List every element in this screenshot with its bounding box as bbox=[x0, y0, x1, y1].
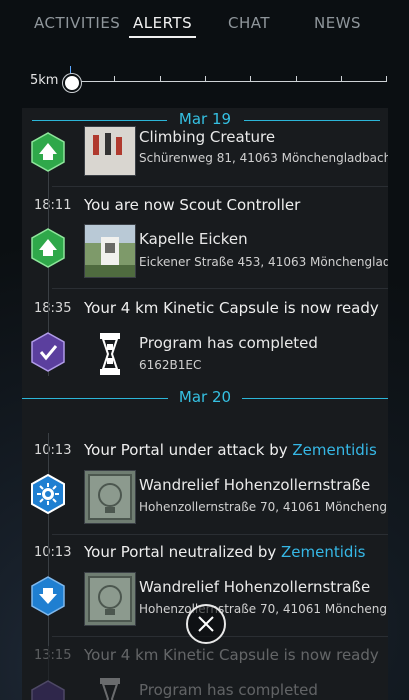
portal-address: Hohenzollernstraße 70, 41061 Mönchenglad… bbox=[139, 602, 388, 616]
portal-image[interactable] bbox=[84, 572, 136, 626]
portal-address: Hohenzollernstraße 70, 41061 Mönchenglad… bbox=[139, 500, 388, 514]
close-button[interactable] bbox=[186, 604, 226, 644]
alert-title: You are now Scout Controller bbox=[84, 196, 301, 214]
program-status: Program has completed bbox=[139, 334, 318, 352]
tab-activities[interactable]: ACTIVITIES bbox=[34, 14, 120, 32]
tab-alerts[interactable]: ALERTS bbox=[128, 14, 197, 38]
alert-time: 10:13 bbox=[34, 545, 72, 560]
close-icon bbox=[198, 616, 214, 632]
kinetic-capsule-icon bbox=[31, 332, 65, 372]
capsule-icon bbox=[100, 333, 120, 375]
alert-title: Your 4 km Kinetic Capsule is now ready bbox=[84, 646, 379, 664]
portal-name[interactable]: Wandrelief Hohenzollernstraße bbox=[139, 476, 370, 494]
capsule-icon bbox=[100, 678, 120, 700]
alert-time: 18:35 bbox=[34, 301, 72, 316]
capsule-code: 6162B1EC bbox=[139, 358, 202, 372]
scout-chevron-icon bbox=[31, 132, 65, 172]
attack-burst-icon bbox=[31, 474, 65, 514]
tab-news[interactable]: NEWS bbox=[314, 14, 361, 32]
alert-title: Your Portal under attack by Zementidis bbox=[84, 441, 377, 459]
range-slider-track[interactable] bbox=[70, 76, 387, 82]
date-label: Mar 20 bbox=[178, 388, 232, 406]
alert-title: Your Portal neutralized by Zementidis bbox=[84, 543, 366, 561]
portal-name[interactable]: Kapelle Eicken bbox=[139, 230, 248, 248]
date-label: Mar 19 bbox=[178, 110, 232, 128]
agent-name[interactable]: Zementidis bbox=[292, 441, 376, 459]
kinetic-capsule-icon bbox=[31, 680, 65, 700]
portal-image[interactable] bbox=[84, 126, 136, 176]
agent-name[interactable]: Zementidis bbox=[281, 543, 365, 561]
alert-title: Your 4 km Kinetic Capsule is now ready bbox=[84, 299, 379, 317]
alert-time: 10:13 bbox=[34, 443, 72, 458]
range-slider-thumb[interactable] bbox=[63, 74, 81, 92]
portal-image[interactable] bbox=[84, 224, 136, 278]
date-header: Mar 20 bbox=[22, 386, 388, 410]
alert-time: 18:11 bbox=[34, 198, 72, 213]
program-status: Program has completed bbox=[139, 681, 318, 699]
portal-name[interactable]: Wandrelief Hohenzollernstraße bbox=[139, 578, 370, 596]
tab-bar: ACTIVITIES ALERTS CHAT NEWS bbox=[0, 14, 409, 44]
portal-name[interactable]: Climbing Creature bbox=[139, 128, 275, 146]
portal-image[interactable] bbox=[84, 470, 136, 524]
portal-address: Eickener Straße 453, 41063 Mönchengladba… bbox=[139, 255, 388, 269]
alert-time: 13:15 bbox=[34, 648, 72, 663]
scout-chevron-icon bbox=[31, 228, 65, 268]
range-label: 5km bbox=[30, 73, 59, 88]
portal-address: Schürenweg 81, 41063 Mönchengladbach bbox=[139, 151, 388, 165]
neutralized-chevron-icon bbox=[31, 576, 65, 616]
tab-chat[interactable]: CHAT bbox=[228, 14, 270, 32]
